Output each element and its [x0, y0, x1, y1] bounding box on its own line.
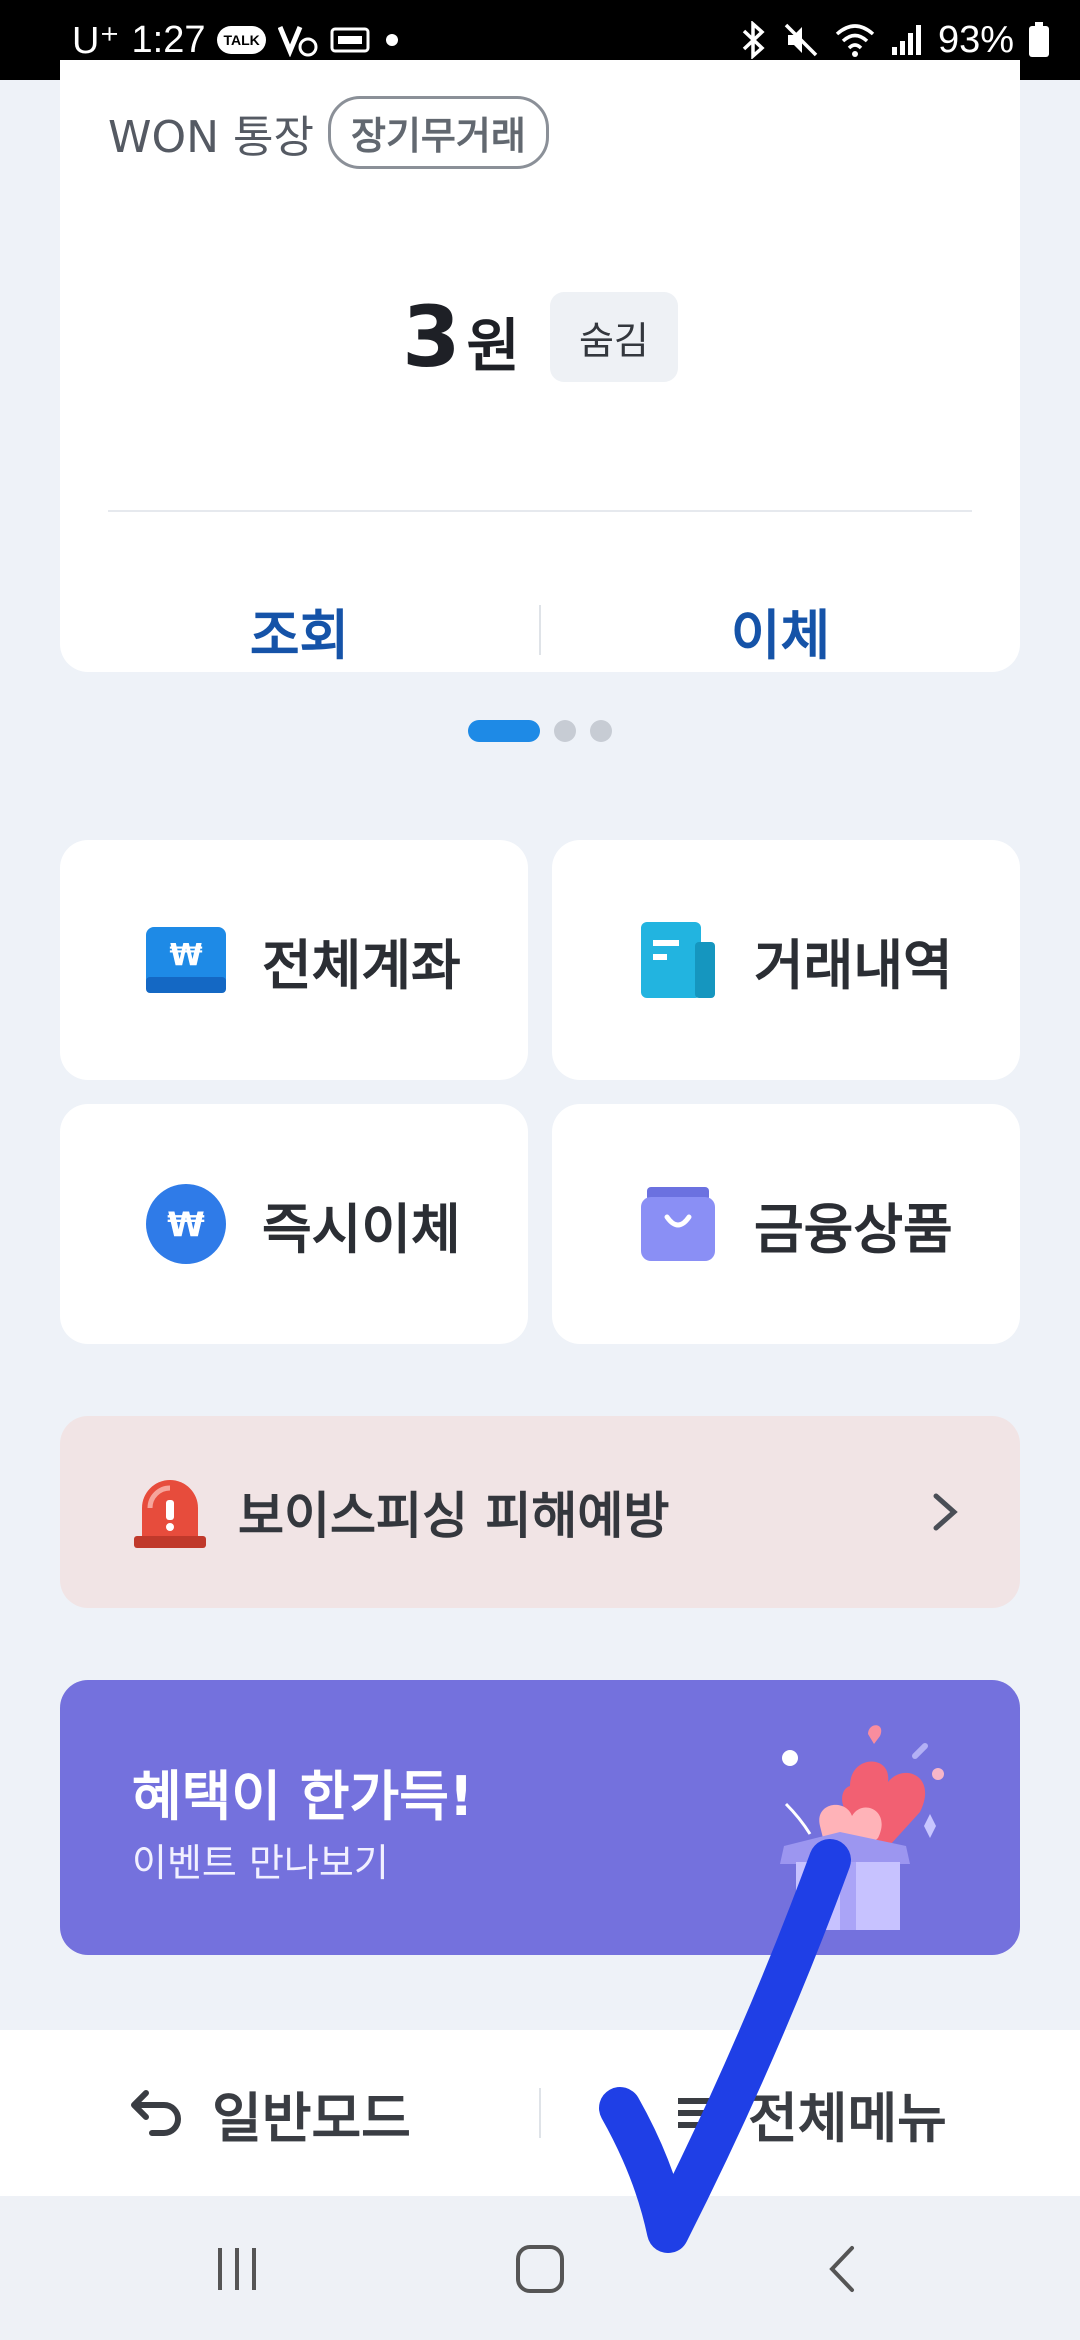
divider: [108, 510, 972, 512]
account-card[interactable]: WON 통장 장기무거래 3원 숨김 조회 이체: [60, 60, 1020, 672]
gift-box-hearts-icon: [720, 1706, 970, 1940]
card-icon: [330, 27, 370, 53]
wifi-icon: [834, 22, 876, 58]
account-name: WON 통장: [108, 111, 314, 163]
tile-financial-products[interactable]: 금융상품: [552, 1104, 1020, 1344]
dot-icon: [382, 30, 402, 50]
page-dot[interactable]: [554, 720, 576, 742]
event-title: 혜택이 한가득!: [132, 1765, 474, 1828]
recent-apps-button[interactable]: [202, 2234, 272, 2304]
dormant-badge: 장기무거래: [328, 96, 549, 169]
inquiry-button[interactable]: 조회: [60, 591, 539, 670]
won-card-icon: ₩: [146, 920, 226, 1000]
chevron-right-icon: [930, 1482, 960, 1546]
kakaotalk-icon: TALK: [217, 26, 266, 54]
system-nav-bar: [0, 2196, 1080, 2340]
svg-text:₩: ₩: [169, 938, 202, 973]
tile-label: 전체계좌: [262, 933, 461, 997]
tile-instant-transfer[interactable]: ₩ 즉시이체: [60, 1104, 528, 1344]
balance-value: 3: [402, 288, 461, 386]
siren-icon: [130, 1472, 210, 1552]
phishing-label: 보이스피싱 피해예방: [238, 1487, 670, 1545]
signal-icon: [890, 23, 924, 57]
carousel-pagination: [0, 720, 1080, 742]
back-button[interactable]: [808, 2234, 878, 2304]
mute-icon: [782, 21, 820, 59]
normal-mode-button[interactable]: 일반모드: [0, 2074, 539, 2153]
undo-arrow-icon: [128, 2085, 188, 2141]
bluetooth-icon: [740, 21, 768, 59]
v3-icon: [277, 23, 318, 57]
carrier-label: U⁺: [72, 19, 120, 62]
hide-balance-button[interactable]: 숨김: [549, 292, 678, 382]
voice-phishing-banner[interactable]: 보이스피싱 피해예방: [60, 1416, 1020, 1608]
menu-icon: [674, 2090, 724, 2136]
event-banner[interactable]: 혜택이 한가득! 이벤트 만나보기: [60, 1680, 1020, 1955]
balance-unit: 원: [466, 312, 520, 380]
full-menu-label: 전체메뉴: [748, 2086, 947, 2150]
page-dot[interactable]: [590, 720, 612, 742]
normal-mode-label: 일반모드: [212, 2086, 411, 2150]
battery-icon: [1028, 22, 1050, 58]
tile-label: 거래내역: [754, 933, 953, 997]
tile-label: 즉시이체: [262, 1197, 461, 1261]
event-subtitle: 이벤트 만나보기: [132, 1841, 389, 1885]
balance-amount: 3원: [402, 288, 520, 386]
clock: 1:27: [131, 18, 206, 61]
bottom-bar: 일반모드 전체메뉴: [0, 2030, 1080, 2196]
tile-transaction-history[interactable]: 거래내역: [552, 840, 1020, 1080]
full-menu-button[interactable]: 전체메뉴: [541, 2074, 1080, 2153]
home-button[interactable]: [505, 2234, 575, 2304]
receipt-icon: [638, 920, 718, 1000]
won-circle-icon: ₩: [146, 1184, 226, 1264]
battery-percent: 93%: [937, 18, 1014, 61]
page-dot-active[interactable]: [468, 720, 540, 742]
svg-text:₩: ₩: [167, 1205, 205, 1245]
shopping-bag-icon: [638, 1184, 718, 1264]
transfer-button[interactable]: 이체: [541, 591, 1020, 670]
tile-label: 금융상품: [754, 1197, 953, 1261]
tile-all-accounts[interactable]: ₩ 전체계좌: [60, 840, 528, 1080]
